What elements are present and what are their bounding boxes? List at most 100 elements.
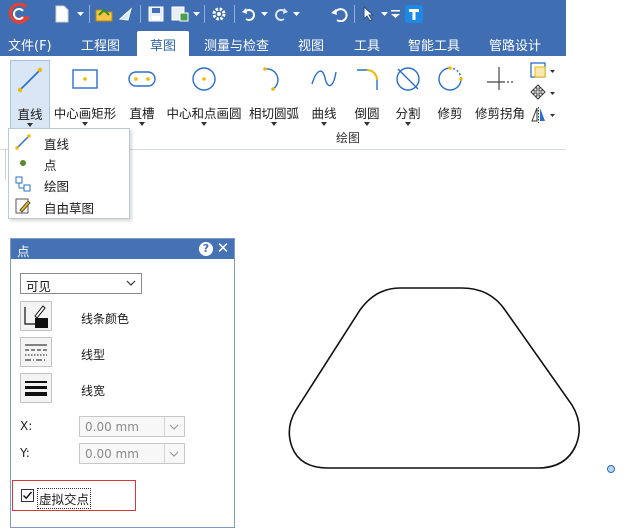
panel-title: 点	[17, 244, 30, 259]
checkmark-icon	[23, 491, 33, 500]
mirror-icon	[531, 107, 555, 123]
text-t-icon[interactable]	[404, 4, 424, 24]
line-icon	[15, 134, 31, 150]
line-type-button[interactable]	[20, 337, 52, 367]
save-as-icon[interactable]	[170, 4, 190, 24]
send-icon[interactable]	[118, 4, 134, 24]
center-point-circle-button[interactable]: 中心和点画圆	[164, 60, 244, 132]
new-file-icon[interactable]	[52, 4, 72, 24]
menu-view[interactable]: 视图	[298, 35, 324, 54]
close-icon[interactable]: ✕	[216, 240, 230, 256]
virtual-intersection-checkbox[interactable]	[21, 489, 34, 502]
tangent-arc-dropdown-arrow[interactable]	[271, 122, 277, 126]
freehand-icon	[15, 198, 31, 214]
circle-icon	[192, 67, 216, 91]
menu-pipe-design[interactable]: 管路设计	[489, 35, 541, 54]
line-color-button[interactable]	[20, 301, 52, 331]
dropdown-item-line[interactable]: 直线	[9, 131, 129, 152]
select-dropdown-icon[interactable]	[380, 4, 388, 24]
redo-dropdown-icon[interactable]	[292, 4, 300, 24]
visibility-value: 可见	[26, 279, 52, 294]
curve-button[interactable]: 曲线	[306, 60, 342, 132]
virtual-intersection-label[interactable]: 虚拟交点	[37, 488, 92, 509]
x-coordinate-input[interactable]: 0.00 mm	[79, 416, 185, 437]
menu-tools[interactable]: 工具	[354, 35, 380, 54]
line-color-label: 线条颜色	[81, 312, 130, 326]
center-rectangle-button[interactable]: 中心画矩形	[52, 60, 118, 132]
repeat-command-icon[interactable]	[329, 4, 349, 24]
offset-icon	[530, 62, 555, 78]
sketch-icon	[15, 176, 31, 192]
save-dropdown-icon[interactable]	[192, 4, 200, 24]
virtual-intersection-highlight: 虚拟交点	[12, 480, 136, 511]
offset-button[interactable]	[530, 62, 556, 82]
point-properties-panel: 点 ? ✕ 可见 线条颜色 线型 线宽 X: 0.00 mm Y: 0.00 m…	[10, 238, 235, 528]
point-icon	[20, 160, 26, 166]
dropdown-item-point[interactable]: 点	[9, 152, 129, 173]
move-button[interactable]	[530, 84, 556, 104]
menu-drawing[interactable]: 工程图	[81, 35, 120, 54]
chevron-down-icon	[126, 280, 136, 286]
center-rectangle-dropdown-arrow[interactable]	[82, 122, 88, 126]
line-dropdown-arrow[interactable]	[27, 123, 33, 127]
undo-icon[interactable]	[240, 4, 258, 24]
redo-icon[interactable]	[272, 4, 290, 24]
mirror-button[interactable]	[530, 106, 556, 126]
trim-corner-button[interactable]: 修剪拐角	[472, 60, 528, 132]
sidebar-edge	[0, 150, 6, 180]
y-label: Y:	[20, 446, 30, 460]
trim-icon	[438, 66, 463, 91]
visibility-select[interactable]: 可见	[20, 273, 142, 294]
x-label: X:	[20, 419, 33, 433]
center-rectangle-icon	[72, 69, 98, 89]
rounded-triangle-sketch[interactable]	[288, 287, 580, 469]
straight-slot-button[interactable]: 直槽	[123, 60, 161, 132]
move-icon	[530, 84, 555, 100]
fillet-icon	[357, 69, 378, 90]
app-logo[interactable]	[6, 3, 32, 24]
trim-corner-icon	[487, 67, 513, 90]
menu-smart-tools[interactable]: 智能工具	[408, 35, 460, 54]
menu-sketch[interactable]: 草图	[150, 35, 176, 54]
split-icon	[396, 67, 420, 91]
curve-dropdown-arrow[interactable]	[321, 122, 327, 126]
fillet-dropdown-arrow[interactable]	[364, 122, 370, 126]
title-bar: 文件(F) 工程图 草图 测量与检查 视图 工具 智能工具 管路设计	[0, 0, 566, 56]
chevron-down-icon[interactable]	[168, 421, 180, 433]
undo-dropdown-icon[interactable]	[260, 4, 268, 24]
chevron-down-icon[interactable]	[168, 448, 180, 460]
slot-icon	[128, 71, 156, 87]
settings-gear-icon[interactable]	[209, 4, 229, 24]
circle-dropdown-arrow[interactable]	[201, 122, 207, 126]
line-width-icon	[25, 381, 47, 396]
slot-dropdown-arrow[interactable]	[139, 122, 145, 126]
sketch-point-marker[interactable]	[607, 465, 615, 473]
line-dropdown-menu: 直线 点 绘图 自由草图	[8, 128, 130, 219]
select-cursor-icon[interactable]	[360, 4, 378, 24]
customize-toolbar-icon[interactable]	[390, 4, 400, 24]
fillet-button[interactable]: 倒圆	[348, 60, 386, 132]
help-icon[interactable]: ?	[199, 242, 213, 256]
panel-header: 点 ? ✕	[11, 239, 234, 259]
save-icon[interactable]	[146, 4, 166, 24]
y-coordinate-input[interactable]: 0.00 mm	[79, 443, 185, 464]
split-dropdown-arrow[interactable]	[405, 122, 411, 126]
tangent-arc-icon	[263, 67, 279, 91]
line-width-label: 线宽	[81, 384, 106, 398]
dropdown-item-sketch[interactable]: 绘图	[9, 173, 129, 194]
open-file-icon[interactable]	[94, 4, 114, 24]
line-type-label: 线型	[81, 348, 106, 362]
line-tool-button[interactable]: 直线	[10, 60, 50, 132]
line-width-button[interactable]	[20, 373, 52, 403]
line-type-icon	[25, 344, 47, 361]
split-button[interactable]: 分割	[390, 60, 426, 132]
line-icon	[17, 67, 43, 93]
dropdown-item-freehand-sketch[interactable]: 自由草图	[9, 195, 129, 216]
curve-icon	[311, 70, 337, 87]
trim-button[interactable]: 修剪	[432, 60, 468, 132]
menu-measure-inspect[interactable]: 测量与检查	[204, 35, 269, 54]
new-file-dropdown-icon[interactable]	[76, 4, 84, 24]
menu-file[interactable]: 文件(F)	[8, 35, 52, 54]
tangent-arc-button[interactable]: 相切圆弧	[246, 60, 302, 132]
draw-group-label: 绘图	[336, 131, 361, 145]
